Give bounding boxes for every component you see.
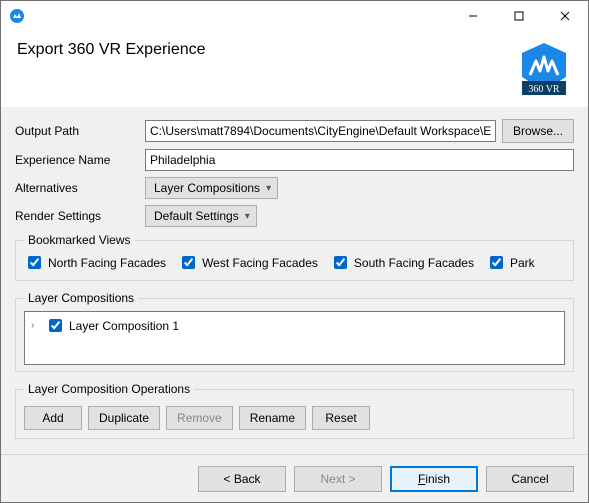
minimize-button[interactable] [450,1,496,31]
svg-text:360 VR: 360 VR [528,84,560,95]
checkbox[interactable] [490,256,503,269]
dialog-window: Export 360 VR Experience 360 VR Output P… [0,0,589,503]
finish-button[interactable]: Finish [390,466,478,492]
output-path-label: Output Path [15,124,145,138]
dialog-content: Output Path Browse... Experience Name Al… [1,107,588,454]
experience-name-label: Experience Name [15,153,145,167]
output-path-input[interactable] [145,120,496,142]
duplicate-button[interactable]: Duplicate [88,406,160,430]
rename-button[interactable]: Rename [239,406,306,430]
alternatives-select[interactable]: Layer Compositions ▾ [145,177,278,199]
bookmarked-views-group: Bookmarked Views North Facing Facades We… [15,233,574,281]
bookmark-label: South Facing Facades [354,256,474,270]
bookmark-label: Park [510,256,535,270]
dialog-header: Export 360 VR Experience 360 VR [1,31,588,107]
layer-composition-ops-group: Layer Composition Operations Add Duplica… [15,382,574,439]
render-settings-label: Render Settings [15,209,145,223]
finish-text: inish [425,472,450,486]
layer-compositions-group: Layer Compositions › Layer Composition 1 [15,291,574,372]
chevron-down-icon: ▾ [266,183,271,194]
bookmark-check-north[interactable]: North Facing Facades [24,253,166,272]
alternatives-value: Layer Compositions [154,181,260,195]
remove-button: Remove [166,406,233,430]
bookmarked-views-legend: Bookmarked Views [24,233,135,247]
experience-name-input[interactable] [145,149,574,171]
browse-button[interactable]: Browse... [502,119,574,143]
checkbox[interactable] [49,319,62,332]
app-icon [9,8,25,24]
expand-caret-icon[interactable]: › [31,320,41,331]
back-button[interactable]: < Back [198,466,286,492]
render-settings-select[interactable]: Default Settings ▾ [145,205,257,227]
composition-item-label: Layer Composition 1 [69,319,179,333]
reset-button[interactable]: Reset [312,406,370,430]
alternatives-label: Alternatives [15,181,145,195]
ops-legend: Layer Composition Operations [24,382,194,396]
bookmark-label: West Facing Facades [202,256,318,270]
add-button[interactable]: Add [24,406,82,430]
list-item[interactable]: › Layer Composition 1 [31,316,179,335]
checkbox[interactable] [182,256,195,269]
checkbox[interactable] [334,256,347,269]
bookmark-check-south[interactable]: South Facing Facades [330,253,474,272]
vr-badge-icon: 360 VR [516,41,572,100]
cancel-button[interactable]: Cancel [486,466,574,492]
render-settings-value: Default Settings [154,209,239,223]
bookmark-check-west[interactable]: West Facing Facades [178,253,318,272]
layer-compositions-legend: Layer Compositions [24,291,138,305]
maximize-button[interactable] [496,1,542,31]
bookmark-label: North Facing Facades [48,256,166,270]
titlebar [1,1,588,31]
dialog-footer: < Back Next > Finish Cancel [1,454,588,502]
bookmark-check-park[interactable]: Park [486,253,535,272]
checkbox[interactable] [28,256,41,269]
close-button[interactable] [542,1,588,31]
chevron-down-icon: ▾ [245,211,250,222]
next-button: Next > [294,466,382,492]
layer-compositions-list[interactable]: › Layer Composition 1 [24,311,565,365]
dialog-title: Export 360 VR Experience [17,41,516,59]
